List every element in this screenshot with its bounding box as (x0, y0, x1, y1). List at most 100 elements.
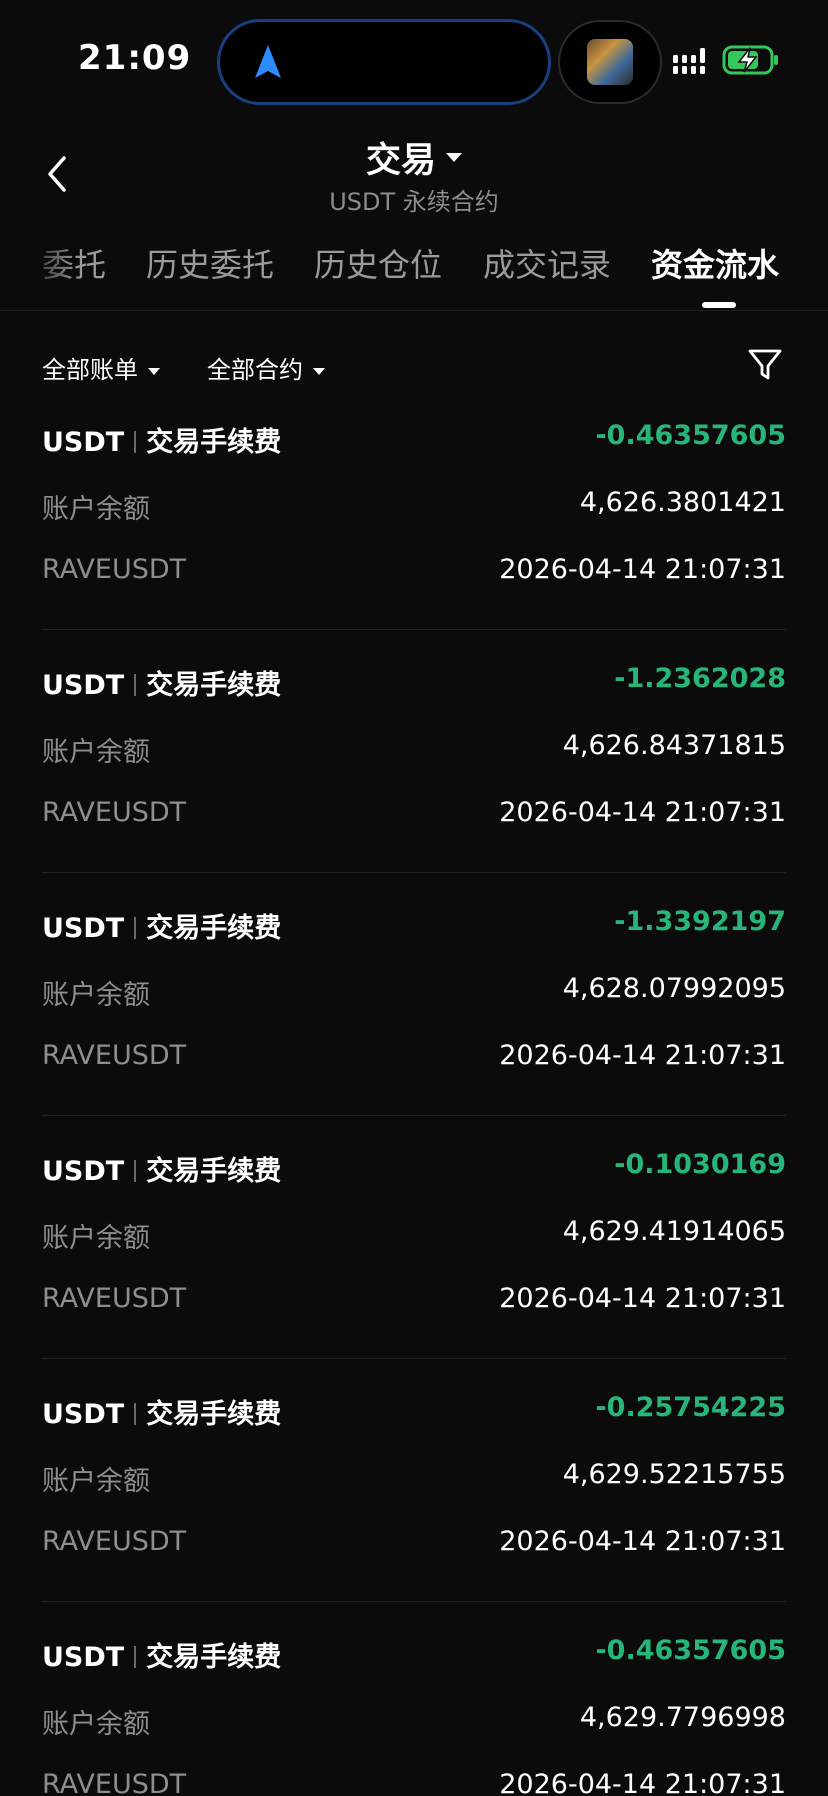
now-playing-island[interactable] (560, 22, 660, 102)
record-balance-row: 账户余额 4,626.3801421 (42, 487, 786, 527)
page-subtitle: USDT 永续合约 (329, 188, 499, 216)
divider (42, 629, 786, 630)
record-symbol: RAVEUSDT (42, 1040, 187, 1071)
ledger-list: USDT 交易手续费 -0.46357605 账户余额 4,626.3801421… (42, 408, 786, 1796)
record-symbol: RAVEUSDT (42, 554, 187, 585)
caret-down-icon (446, 153, 462, 162)
record-balance: 4,629.52215755 (562, 1459, 786, 1490)
record-meta-row: RAVEUSDT 2026-04-14 21:07:31 (42, 554, 786, 594)
nav-header: 交易 USDT 永续合约 (0, 120, 828, 220)
record-balance: 4,629.7796998 (579, 1702, 786, 1733)
bill-type-label: 全部账单 (42, 356, 138, 384)
tab-funding-flow[interactable]: 资金流水 (651, 240, 779, 286)
funnel-icon[interactable] (746, 346, 784, 384)
separator (134, 917, 137, 939)
record-amount: -0.46357605 (595, 420, 786, 451)
signal-icon (673, 48, 705, 74)
record-time: 2026-04-14 21:07:31 (499, 1769, 786, 1796)
record-meta-row: RAVEUSDT 2026-04-14 21:07:31 (42, 797, 786, 837)
record-meta-row: RAVEUSDT 2026-04-14 21:07:31 (42, 1526, 786, 1566)
record-meta-row: RAVEUSDT 2026-04-14 21:07:31 (42, 1040, 786, 1080)
ledger-record[interactable]: USDT 交易手续费 -1.2362028 账户余额 4,626.84371815… (42, 651, 786, 894)
ledger-record[interactable]: USDT 交易手续费 -0.1030169 账户余额 4,629.41914065… (42, 1137, 786, 1380)
record-balance-row: 账户余额 4,629.52215755 (42, 1459, 786, 1499)
record-amount: -1.3392197 (614, 906, 786, 937)
divider (42, 872, 786, 873)
record-balance: 4,628.07992095 (562, 973, 786, 1004)
tab-active-indicator (702, 302, 736, 308)
tab-position-history[interactable]: 历史仓位 (314, 240, 442, 286)
record-title: USDT 交易手续费 (42, 1149, 281, 1188)
record-header-row: USDT 交易手续费 -1.3392197 (42, 906, 786, 946)
caret-down-icon (313, 367, 325, 375)
record-balance-row: 账户余额 4,626.84371815 (42, 730, 786, 770)
balance-label: 账户余额 (42, 1466, 150, 1497)
separator (134, 674, 137, 696)
record-balance-row: 账户余额 4,628.07992095 (42, 973, 786, 1013)
record-symbol: RAVEUSDT (42, 1283, 187, 1314)
record-symbol: RAVEUSDT (42, 797, 187, 828)
balance-label: 账户余额 (42, 1709, 150, 1740)
battery-charging-icon (722, 45, 778, 75)
record-balance-row: 账户余额 4,629.41914065 (42, 1216, 786, 1256)
record-type: 交易手续费 (146, 1399, 282, 1430)
record-title: USDT 交易手续费 (42, 906, 281, 945)
page-title: 交易 (365, 141, 436, 181)
record-time: 2026-04-14 21:07:31 (499, 1526, 786, 1557)
record-balance-row: 账户余额 4,629.7796998 (42, 1702, 786, 1742)
ledger-record[interactable]: USDT 交易手续费 -0.46357605 账户余额 4,626.3801421… (42, 408, 786, 651)
separator (134, 431, 137, 453)
record-type: 交易手续费 (146, 1156, 282, 1187)
record-balance: 4,629.41914065 (562, 1216, 786, 1247)
record-coin: USDT (42, 1156, 125, 1187)
balance-label: 账户余额 (42, 737, 150, 768)
ledger-record[interactable]: USDT 交易手续费 -1.3392197 账户余额 4,628.07992095… (42, 894, 786, 1137)
record-symbol: RAVEUSDT (42, 1526, 187, 1557)
balance-label: 账户余额 (42, 494, 150, 525)
record-type: 交易手续费 (146, 427, 282, 458)
tab-orders[interactable]: 委托 (42, 240, 106, 286)
record-time: 2026-04-14 21:07:31 (499, 554, 786, 585)
title-selector[interactable]: 交易 (0, 132, 828, 183)
caret-down-icon (148, 367, 160, 375)
record-coin: USDT (42, 427, 125, 458)
record-title: USDT 交易手续费 (42, 1635, 281, 1674)
record-time: 2026-04-14 21:07:31 (499, 1283, 786, 1314)
tab-bar: 委托 历史委托 历史仓位 成交记录 资金流水 (0, 230, 828, 311)
tab-trade-records[interactable]: 成交记录 (483, 240, 611, 286)
separator (134, 1160, 137, 1182)
record-coin: USDT (42, 1642, 125, 1673)
record-amount: -0.1030169 (614, 1149, 786, 1180)
divider (42, 1115, 786, 1116)
record-header-row: USDT 交易手续费 -0.46357605 (42, 1635, 786, 1675)
ledger-record[interactable]: USDT 交易手续费 -0.25754225 账户余额 4,629.5221575… (42, 1380, 786, 1623)
balance-label: 账户余额 (42, 980, 150, 1011)
record-symbol: RAVEUSDT (42, 1769, 187, 1796)
ledger-record[interactable]: USDT 交易手续费 -0.46357605 账户余额 4,629.7796998… (42, 1623, 786, 1796)
record-header-row: USDT 交易手续费 -0.1030169 (42, 1149, 786, 1189)
record-type: 交易手续费 (146, 913, 282, 944)
screen: 21:09 交易 USDT 永续合约 委托 历史委托 历史仓位 成交记录 资金流… (0, 0, 828, 1796)
separator (134, 1403, 137, 1425)
bill-type-dropdown[interactable]: 全部账单 (42, 350, 160, 385)
filter-bar: 全部账单 全部合约 (0, 340, 828, 392)
record-meta-row: RAVEUSDT 2026-04-14 21:07:31 (42, 1283, 786, 1323)
navigation-arrow-icon (255, 45, 281, 78)
divider (42, 1601, 786, 1602)
record-balance: 4,626.84371815 (562, 730, 786, 761)
divider (42, 1358, 786, 1359)
record-header-row: USDT 交易手续费 -0.25754225 (42, 1392, 786, 1432)
contract-label: 全部合约 (207, 356, 303, 384)
record-type: 交易手续费 (146, 670, 282, 701)
status-time: 21:09 (78, 38, 192, 78)
record-meta-row: RAVEUSDT 2026-04-14 21:07:31 (42, 1769, 786, 1796)
record-coin: USDT (42, 1399, 125, 1430)
record-title: USDT 交易手续费 (42, 1392, 281, 1431)
record-type: 交易手续费 (146, 1642, 282, 1673)
dynamic-island[interactable] (220, 22, 548, 102)
record-balance: 4,626.3801421 (579, 487, 786, 518)
now-playing-thumbnail (587, 39, 633, 85)
tab-order-history[interactable]: 历史委托 (146, 240, 274, 286)
contract-dropdown[interactable]: 全部合约 (207, 350, 325, 385)
record-time: 2026-04-14 21:07:31 (499, 1040, 786, 1071)
